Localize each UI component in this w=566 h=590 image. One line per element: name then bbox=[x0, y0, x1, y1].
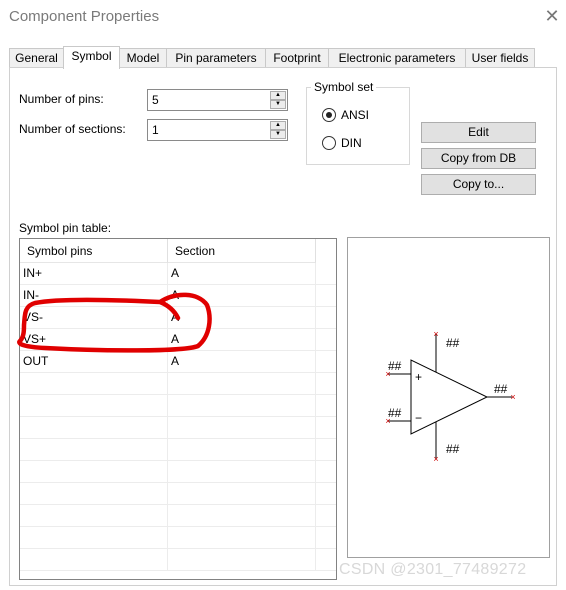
radio-din-label[interactable]: DIN bbox=[341, 136, 362, 150]
empty-cell bbox=[20, 549, 168, 570]
tab-footprint[interactable]: Footprint bbox=[265, 48, 329, 67]
empty-cell bbox=[168, 505, 316, 526]
empty-cell bbox=[168, 483, 316, 504]
pin-name-cell[interactable]: VS+ bbox=[20, 329, 168, 350]
empty-cell bbox=[20, 527, 168, 548]
opamp-triangle bbox=[410, 359, 489, 435]
pin-placeholder-label: ## bbox=[446, 442, 460, 456]
window-title: Component Properties bbox=[9, 8, 160, 25]
tab-electronic-parameters[interactable]: Electronic parameters bbox=[328, 48, 466, 67]
pin-name-cell[interactable]: OUT bbox=[20, 351, 168, 372]
table-row-empty[interactable] bbox=[20, 439, 336, 461]
pin-name-cell[interactable]: IN+ bbox=[20, 263, 168, 284]
empty-cell bbox=[168, 395, 316, 416]
table-row-empty[interactable] bbox=[20, 483, 336, 505]
num-pins-label: Number of pins: bbox=[19, 92, 104, 106]
tab-user-fields[interactable]: User fields bbox=[465, 48, 535, 67]
pin-placeholder-label: ## bbox=[388, 359, 402, 373]
edit-button[interactable]: Edit bbox=[421, 122, 536, 143]
table-row[interactable]: OUT A bbox=[20, 351, 336, 373]
watermark-text: CSDN @2301_77489272 bbox=[339, 561, 527, 578]
table-row[interactable]: VS+ A bbox=[20, 329, 336, 351]
pin-marker-icon: × bbox=[433, 454, 438, 464]
num-sections-label: Number of sections: bbox=[19, 122, 126, 136]
empty-cell bbox=[20, 417, 168, 438]
empty-cell bbox=[168, 439, 316, 460]
empty-cell bbox=[20, 373, 168, 394]
table-row-empty[interactable] bbox=[20, 373, 336, 395]
table-row[interactable]: IN- A bbox=[20, 285, 336, 307]
pin-section-cell[interactable]: A bbox=[168, 307, 316, 328]
radio-ansi[interactable] bbox=[322, 108, 336, 122]
minus-sign: − bbox=[415, 411, 422, 425]
pin-section-cell[interactable]: A bbox=[168, 263, 316, 284]
num-pins-stepper[interactable]: 5 ▲ ▼ bbox=[147, 89, 288, 111]
table-row-empty[interactable] bbox=[20, 527, 336, 549]
spin-up-icon[interactable]: ▲ bbox=[270, 91, 286, 100]
pin-table-label: Symbol pin table: bbox=[19, 221, 112, 235]
radio-din[interactable] bbox=[322, 136, 336, 150]
table-row-empty[interactable] bbox=[20, 417, 336, 439]
pin-section-cell[interactable]: A bbox=[168, 285, 316, 306]
empty-cell bbox=[20, 461, 168, 482]
empty-cell bbox=[168, 527, 316, 548]
spin-down-icon[interactable]: ▼ bbox=[270, 100, 286, 109]
empty-cell bbox=[168, 417, 316, 438]
pin-marker-icon: × bbox=[510, 392, 515, 402]
radio-selected-dot bbox=[326, 112, 332, 118]
column-header-section[interactable]: Section bbox=[168, 239, 316, 263]
table-row-empty[interactable] bbox=[20, 505, 336, 527]
opamp-symbol: × × × × × + − ## ## ## ## ## bbox=[385, 329, 515, 464]
empty-cell bbox=[20, 395, 168, 416]
empty-cell bbox=[20, 483, 168, 504]
pin-placeholder-label: ## bbox=[388, 406, 402, 420]
empty-cell bbox=[168, 373, 316, 394]
pin-name-cell[interactable]: VS- bbox=[20, 307, 168, 328]
symbol-pin-table[interactable]: Symbol pins Section IN+ A IN- A VS- A VS… bbox=[19, 238, 337, 580]
num-pins-value: 5 bbox=[152, 93, 159, 107]
pin-marker-icon: × bbox=[433, 329, 438, 339]
tab-pin-parameters[interactable]: Pin parameters bbox=[166, 48, 266, 67]
empty-cell bbox=[20, 505, 168, 526]
spin-down-icon[interactable]: ▼ bbox=[270, 130, 286, 139]
plus-sign: + bbox=[415, 370, 422, 384]
pin-section-cell[interactable]: A bbox=[168, 329, 316, 350]
table-row-empty[interactable] bbox=[20, 461, 336, 483]
pin-placeholder-label: ## bbox=[494, 382, 508, 396]
copy-from-db-button[interactable]: Copy from DB bbox=[421, 148, 536, 169]
table-row[interactable]: VS- A bbox=[20, 307, 336, 329]
empty-cell bbox=[20, 439, 168, 460]
num-sections-value: 1 bbox=[152, 123, 159, 137]
radio-ansi-label[interactable]: ANSI bbox=[341, 108, 369, 122]
empty-cell bbox=[168, 549, 316, 570]
close-icon[interactable]: ✕ bbox=[542, 6, 562, 26]
symbol-set-group bbox=[306, 87, 410, 165]
symbol-preview: × × × × × + − ## ## ## ## ## bbox=[347, 237, 550, 558]
table-row-empty[interactable] bbox=[20, 395, 336, 417]
pin-name-cell[interactable]: IN- bbox=[20, 285, 168, 306]
copy-to-button[interactable]: Copy to... bbox=[421, 174, 536, 195]
column-header-symbol-pins[interactable]: Symbol pins bbox=[20, 239, 168, 263]
spin-up-icon[interactable]: ▲ bbox=[270, 121, 286, 130]
table-row[interactable]: IN+ A bbox=[20, 263, 336, 285]
tab-general[interactable]: General bbox=[9, 48, 64, 67]
pin-section-cell[interactable]: A bbox=[168, 351, 316, 372]
tab-symbol[interactable]: Symbol bbox=[63, 46, 120, 69]
table-row-empty[interactable] bbox=[20, 549, 336, 571]
num-sections-stepper[interactable]: 1 ▲ ▼ bbox=[147, 119, 288, 141]
empty-cell bbox=[168, 461, 316, 482]
pin-placeholder-label: ## bbox=[446, 336, 460, 350]
tab-model[interactable]: Model bbox=[119, 48, 167, 67]
symbol-set-legend: Symbol set bbox=[311, 80, 377, 94]
